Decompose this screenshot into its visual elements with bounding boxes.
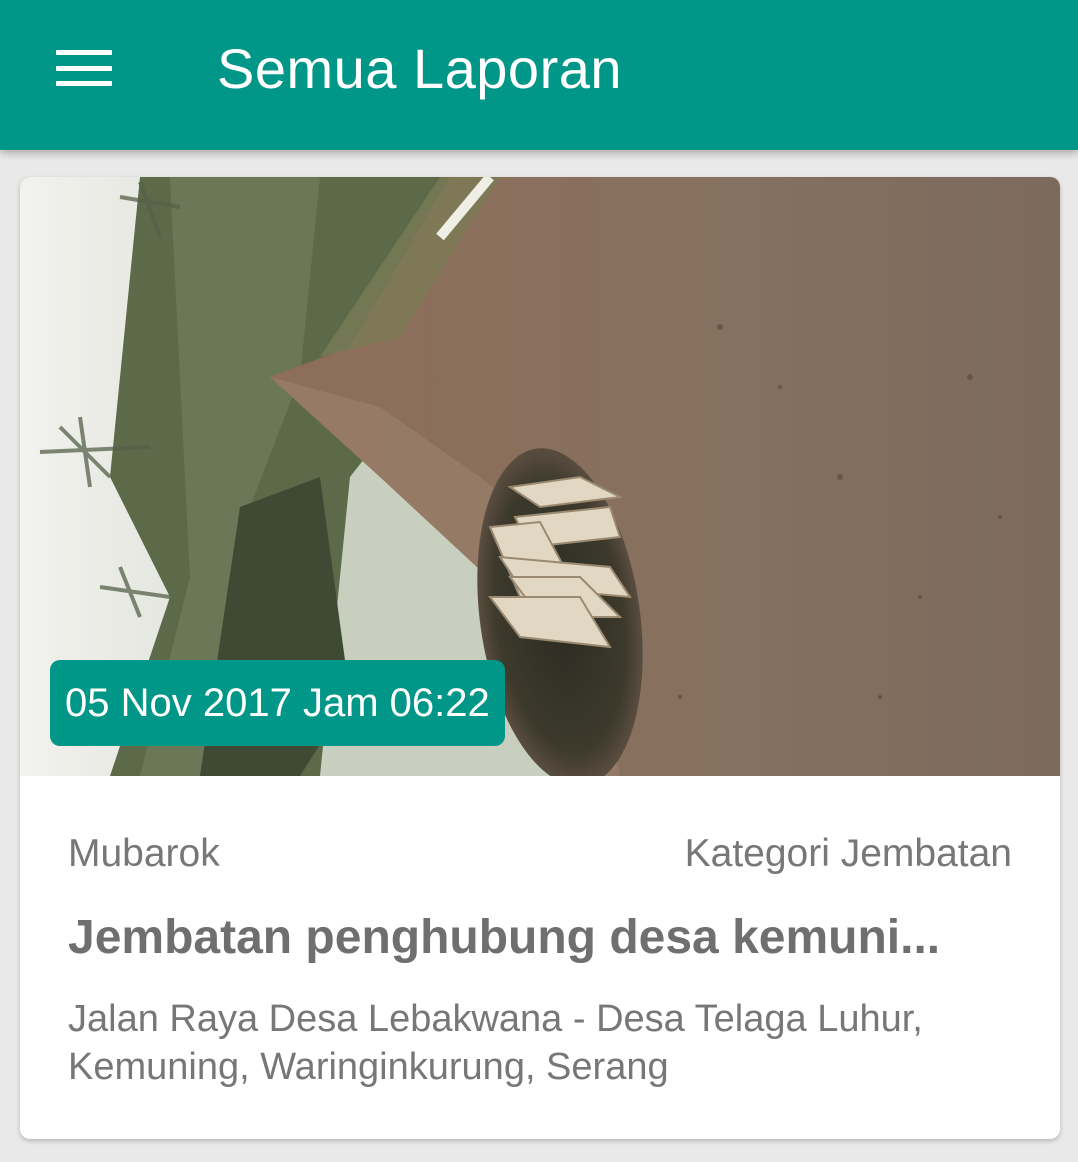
app-bar: Semua Laporan bbox=[0, 0, 1078, 150]
report-card[interactable]: 05 Nov 2017 Jam 06:22 Mubarok Kategori J… bbox=[20, 177, 1060, 1139]
report-address: Jalan Raya Desa Lebakwana - Desa Telaga … bbox=[68, 998, 923, 1088]
reporter-name: Mubarok bbox=[68, 832, 220, 875]
report-category: Kategori Jembatan bbox=[684, 832, 1012, 875]
report-date-badge: 05 Nov 2017 Jam 06:22 bbox=[50, 660, 505, 746]
menu-button[interactable] bbox=[40, 35, 128, 101]
report-title: Jembatan penghubung desa kemuni... bbox=[68, 911, 941, 964]
report-photo: 05 Nov 2017 Jam 06:22 bbox=[20, 177, 1060, 776]
report-meta-row: Mubarok Kategori Jembatan bbox=[68, 829, 1012, 879]
hamburger-menu-icon bbox=[56, 50, 112, 86]
page-title: Semua Laporan bbox=[217, 37, 623, 100]
